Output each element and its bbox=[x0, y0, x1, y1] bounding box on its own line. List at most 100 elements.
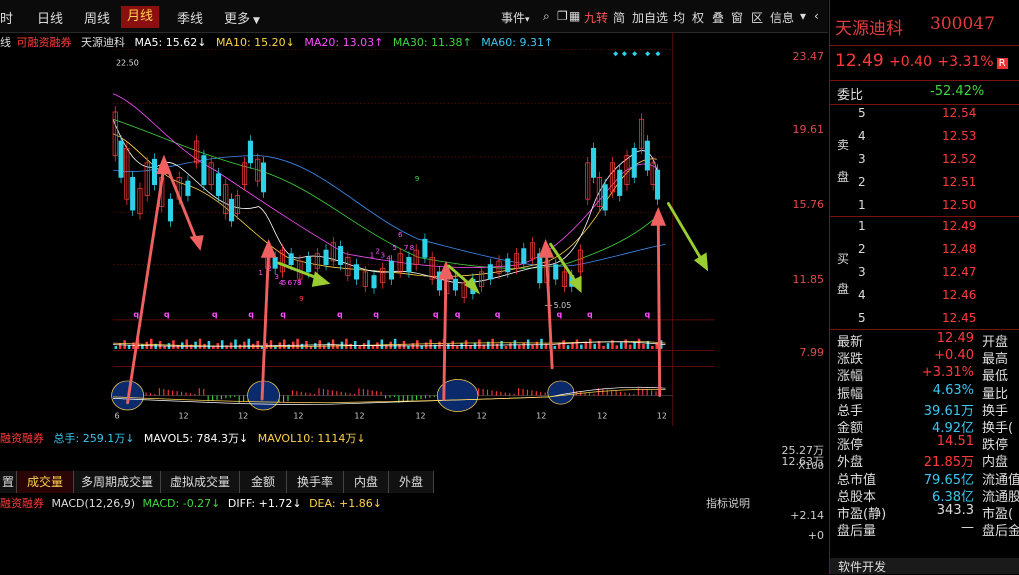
volume-bar bbox=[127, 345, 131, 349]
stat-label: 最新 bbox=[837, 335, 864, 350]
arrow-head-icon bbox=[538, 238, 555, 258]
macd-bar bbox=[229, 395, 231, 398]
buy-row[interactable]: 3 12.47 bbox=[830, 265, 1019, 287]
timeshare-tab[interactable]: 时 bbox=[0, 8, 13, 27]
range-button[interactable]: 区 bbox=[751, 9, 763, 26]
volume-bar bbox=[606, 343, 610, 349]
macd-bar bbox=[429, 395, 431, 398]
q-marker: q bbox=[248, 310, 254, 319]
volume-bar bbox=[637, 338, 641, 349]
arrow-head-icon bbox=[260, 238, 277, 258]
diamond-icon: ◆ bbox=[645, 49, 650, 57]
nine-turn-button[interactable]: 九转 bbox=[584, 9, 608, 26]
tab-amount[interactable]: 金额 bbox=[240, 471, 287, 493]
stat-value: 14.51 bbox=[936, 434, 974, 450]
price-axis: 23.47 19.61 15.76 11.85 7.99 25.27万 12.6… bbox=[770, 32, 828, 562]
level-price: 12.52 bbox=[942, 152, 977, 166]
simple-button[interactable]: 简 bbox=[613, 9, 625, 26]
candle-body bbox=[505, 258, 511, 273]
volume-bar bbox=[256, 340, 259, 349]
tab-monthly[interactable]: 月线 bbox=[121, 6, 160, 28]
candle-body bbox=[644, 140, 650, 171]
search-icon[interactable]: ⌕ bbox=[543, 9, 550, 24]
macd-bar bbox=[327, 389, 329, 396]
tab-daily[interactable]: 日线 bbox=[37, 8, 63, 27]
ratio-label: 委比 bbox=[837, 88, 864, 103]
candle-body bbox=[228, 198, 235, 222]
nine-label: 3 bbox=[381, 250, 386, 259]
tab-settings[interactable]: 置 bbox=[0, 471, 17, 493]
volume-bar bbox=[469, 345, 472, 349]
overlay-button[interactable]: 叠 bbox=[712, 9, 724, 26]
q-marker: q bbox=[133, 310, 139, 319]
level-index: 5 bbox=[858, 106, 866, 120]
sell-row[interactable]: 5 12.54 bbox=[830, 106, 1019, 128]
stat-value: +3.31% bbox=[921, 365, 974, 381]
macd-axis-zero: +0 bbox=[807, 529, 824, 542]
indicator-help-button[interactable]: 指标说明 bbox=[706, 495, 750, 511]
stat-label: 总股本 bbox=[837, 489, 877, 505]
volume-bar bbox=[296, 338, 299, 349]
copy-icon[interactable]: ❐ bbox=[557, 9, 568, 23]
macd-bar bbox=[283, 395, 285, 403]
more-menu[interactable]: 更多 ▼ bbox=[224, 8, 260, 27]
window-button[interactable]: 窗 bbox=[731, 9, 743, 26]
macd-bar bbox=[389, 395, 391, 398]
stat-label: 盘后量 bbox=[837, 524, 877, 540]
kline-chart[interactable]: 22.50 9 9 1 2 3 4 5 6 7 8 1 2 3 4 5 6 7 … bbox=[0, 32, 828, 426]
tab-weekly[interactable]: 周线 bbox=[84, 8, 110, 27]
buy-row[interactable]: 2 12.48 bbox=[830, 242, 1019, 264]
ratio-value: -52.42% bbox=[930, 84, 985, 99]
volume-bar bbox=[198, 338, 202, 349]
collapse-icon[interactable]: ‹ bbox=[814, 9, 819, 23]
volume-tag: 融资融券 bbox=[0, 432, 44, 445]
tab-outer[interactable]: 外盘 bbox=[389, 471, 434, 493]
macd-bar bbox=[628, 393, 630, 396]
sell-row[interactable]: 2 12.51 bbox=[830, 175, 1019, 197]
candle-body bbox=[654, 169, 661, 200]
stat-label: 总市值 bbox=[837, 472, 877, 488]
volume-bar bbox=[345, 338, 348, 349]
volume-bar bbox=[460, 343, 463, 349]
add-watchlist-button[interactable]: 加自选 bbox=[632, 9, 668, 26]
macd-bar bbox=[367, 389, 369, 396]
tab-inner[interactable]: 内盘 bbox=[344, 471, 389, 493]
industry-bar[interactable]: 软件开发 bbox=[830, 558, 1019, 574]
tab-multi-period-volume[interactable]: 多周期成交量 bbox=[74, 471, 161, 493]
chevron-down-icon: ▼ bbox=[253, 16, 260, 26]
macd-bar bbox=[322, 388, 325, 396]
period-tick: 12 bbox=[477, 412, 487, 421]
period-tick: 12 bbox=[536, 412, 546, 421]
stat-label: 涨跌 bbox=[837, 352, 864, 368]
candle-body bbox=[354, 264, 360, 280]
tab-turnover[interactable]: 换手率 bbox=[287, 471, 344, 493]
macd-bar bbox=[300, 391, 302, 396]
macd-bar bbox=[185, 392, 187, 396]
event-label: 事件 bbox=[501, 11, 526, 25]
mavol5-value: MAVOL5: 784.3万↓ bbox=[143, 432, 249, 445]
candle-body bbox=[167, 198, 174, 222]
top-left-price: 22.50 bbox=[116, 58, 139, 67]
rights-button[interactable]: 权 bbox=[692, 9, 704, 26]
sell-row[interactable]: 4 12.53 bbox=[830, 129, 1019, 151]
candle-body bbox=[537, 253, 543, 284]
event-button[interactable]: 事件▾ bbox=[501, 9, 530, 26]
chevron-down-icon[interactable]: ▾ bbox=[800, 9, 806, 23]
volume-bar bbox=[194, 341, 197, 349]
info-button[interactable]: 信息 bbox=[770, 9, 794, 26]
volume-bar bbox=[172, 340, 175, 349]
nine-label: 9 bbox=[415, 174, 420, 183]
level-index: 4 bbox=[858, 129, 866, 143]
tab-volume[interactable]: 成交量 bbox=[17, 471, 74, 493]
level-price: 12.50 bbox=[942, 198, 977, 212]
tab-virtual-volume[interactable]: 虚拟成交量 bbox=[161, 471, 240, 493]
buy-row[interactable]: 1 12.49 bbox=[830, 219, 1019, 241]
sell-row[interactable]: 3 12.52 bbox=[830, 152, 1019, 174]
average-button[interactable]: 均 bbox=[673, 9, 685, 26]
candle-body bbox=[201, 155, 207, 186]
tab-quarterly[interactable]: 季线 bbox=[177, 8, 203, 27]
stat-label: 涨停 bbox=[837, 438, 864, 454]
grid-icon[interactable]: ▦ bbox=[569, 9, 580, 23]
macd-bar bbox=[203, 388, 205, 396]
buy-row[interactable]: 4 12.46 bbox=[830, 288, 1019, 310]
